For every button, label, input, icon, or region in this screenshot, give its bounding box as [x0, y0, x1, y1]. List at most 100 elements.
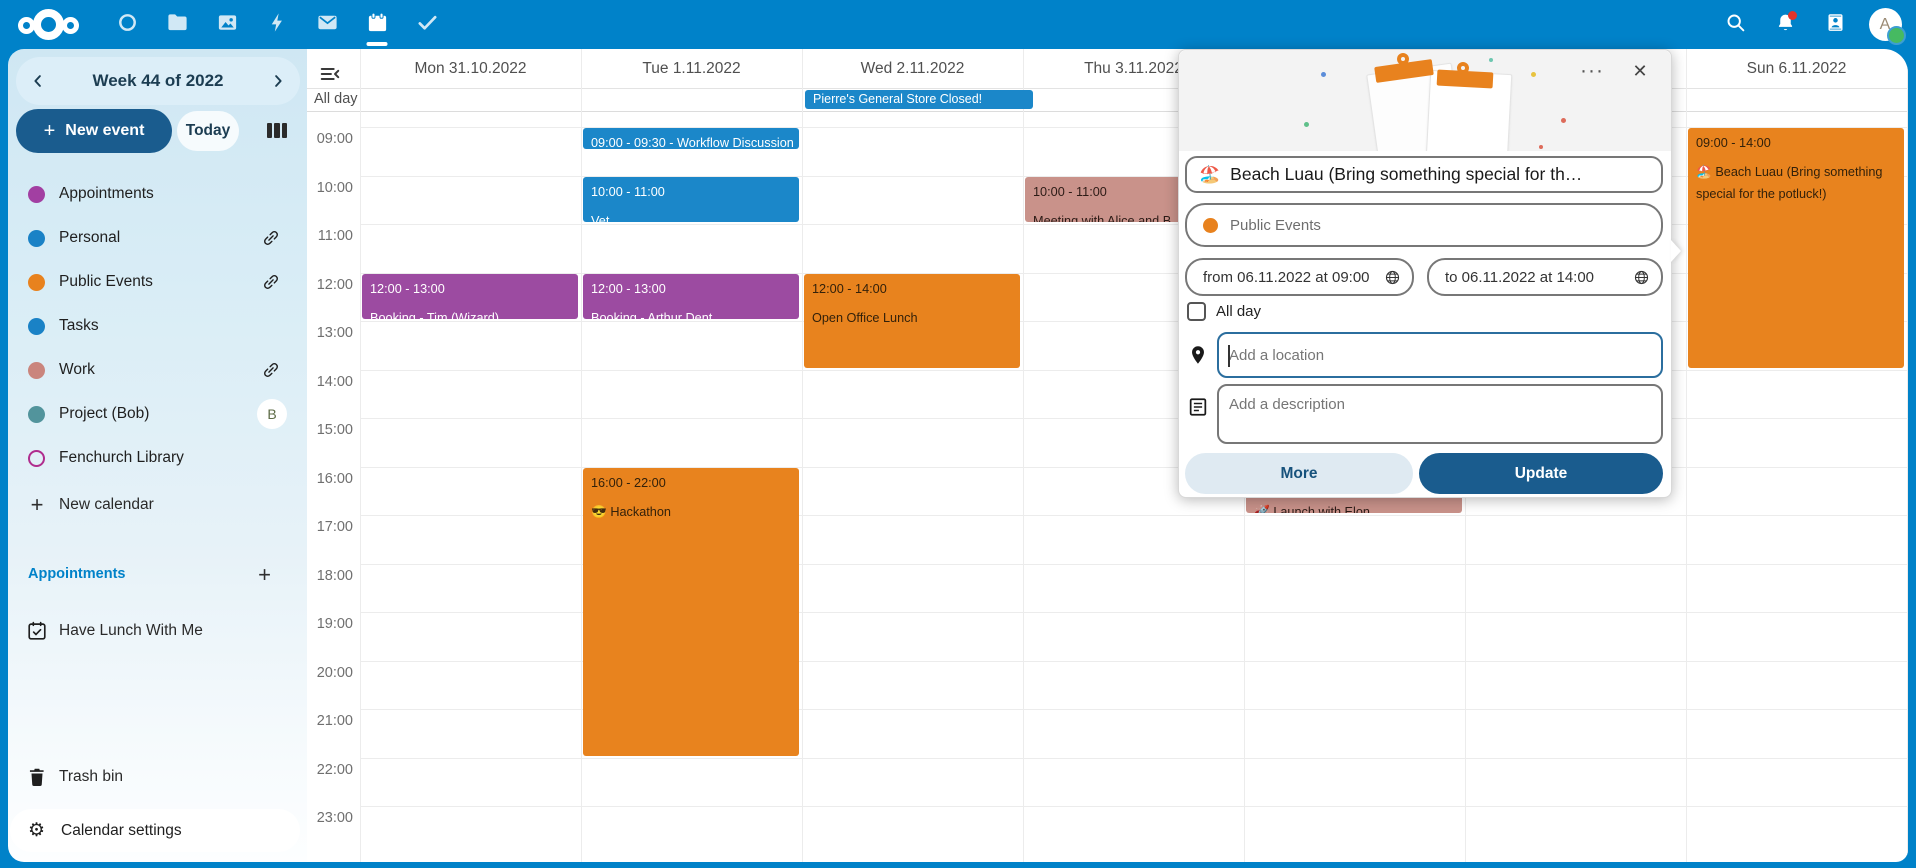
calendar-check-icon	[26, 620, 48, 642]
active-app-indicator	[367, 42, 388, 46]
allday-event[interactable]: Pierre's General Store Closed!	[805, 90, 1033, 109]
event-title: 🏖️ Beach Luau (Bring something special f…	[1696, 161, 1896, 205]
appointment-config-item[interactable]: Have Lunch With Me	[8, 609, 307, 653]
appointments-heading: Appointments	[28, 566, 125, 582]
day-header[interactable]: Tue 1.11.2022	[581, 60, 802, 78]
calendar-name: Appointments	[59, 185, 154, 203]
share-link-icon[interactable]	[261, 272, 281, 292]
calendar-picker[interactable]: Public Events	[1185, 203, 1663, 247]
event-time: 12:00 - 13:00	[591, 282, 791, 297]
app-tasks[interactable]	[402, 0, 452, 49]
calendar-event[interactable]: 16:00 - 22:00😎 Hackathon	[583, 468, 799, 756]
text-caret	[1228, 345, 1230, 367]
share-link-icon[interactable]	[261, 360, 281, 380]
calendar-color-dot	[28, 450, 45, 467]
calendar-color-dot	[28, 362, 45, 379]
location-pin-icon	[1187, 344, 1209, 366]
time-label: 21:00	[307, 713, 353, 729]
hour-line	[360, 370, 1908, 371]
appointment-config-label: Have Lunch With Me	[59, 622, 203, 640]
calendar-event[interactable]: 12:00 - 13:00Booking - Tim (Wizard)	[362, 274, 578, 320]
hour-line	[360, 806, 1908, 807]
column-divider	[1686, 49, 1687, 862]
time-label: 10:00	[307, 180, 353, 196]
contacts-button[interactable]	[1810, 0, 1860, 49]
popup-actions-menu[interactable]: ···	[1575, 56, 1609, 86]
description-input[interactable]	[1219, 386, 1661, 440]
new-calendar-button[interactable]: + New calendar	[8, 483, 307, 527]
location-input[interactable]	[1219, 347, 1661, 364]
day-header[interactable]: Mon 31.10.2022	[360, 60, 581, 78]
add-appointment-config-button[interactable]: +	[258, 562, 271, 588]
time-label: 12:00	[307, 277, 353, 293]
day-header[interactable]: Sun 6.11.2022	[1686, 60, 1907, 78]
beach-umbrella-emoji: 🏖️	[1199, 165, 1220, 185]
next-week-button[interactable]	[256, 57, 300, 105]
timezone-globe-icon[interactable]	[1633, 269, 1650, 286]
sidebar-calendar-appointments[interactable]: Appointments	[8, 172, 307, 216]
week-title[interactable]: Week 44 of 2022	[92, 71, 223, 91]
week-navigation: Week 44 of 2022	[16, 57, 300, 105]
app-activity[interactable]	[252, 0, 302, 49]
calendar-name: Project (Bob)	[59, 405, 149, 423]
app-photos[interactable]	[202, 0, 252, 49]
trash-bin-item[interactable]: Trash bin	[8, 755, 307, 799]
update-button[interactable]: Update	[1419, 453, 1663, 494]
sidebar-calendar-work[interactable]: Work	[8, 348, 307, 392]
event-editor-popup: ··· ✕ 🏖️ Beach Luau (Bring something spe…	[1178, 49, 1672, 498]
start-date-field[interactable]: from 06.11.2022 at 09:00	[1185, 258, 1414, 296]
calendar-event[interactable]: 10:00 - 11:00 Vet	[583, 177, 799, 223]
allday-toggle[interactable]: All day	[1187, 300, 1261, 322]
today-button[interactable]: Today	[177, 111, 239, 151]
calendar-event[interactable]: 12:00 - 13:00 Booking - Arthur Dent	[583, 274, 799, 320]
allday-row-label: All day	[314, 91, 358, 107]
sidebar-calendar-project-bob-[interactable]: Project (Bob)B	[8, 392, 307, 436]
sidebar-calendar-personal[interactable]: Personal	[8, 216, 307, 260]
view-columns-icon[interactable]	[267, 123, 287, 138]
close-icon[interactable]: ✕	[1623, 56, 1657, 86]
calendar-event[interactable]: 12:00 - 14:00Open Office Lunch	[804, 274, 1020, 368]
calendar-event[interactable]: 09:00 - 09:30 - Workflow Discussion	[583, 128, 799, 149]
collapse-timeline-icon[interactable]	[319, 63, 341, 85]
sidebar-calendar-tasks[interactable]: Tasks	[8, 304, 307, 348]
app-calendar[interactable]	[352, 0, 402, 49]
app-files[interactable]	[152, 0, 202, 49]
allday-checkbox[interactable]	[1187, 302, 1206, 321]
hour-line	[360, 224, 1908, 225]
calendar-color-dot	[28, 406, 45, 423]
event-time: 10:00 - 11:00	[591, 185, 791, 200]
search-button[interactable]	[1710, 0, 1760, 49]
day-header[interactable]: Wed 2.11.2022	[802, 60, 1023, 78]
calendar-name: Personal	[59, 229, 120, 247]
calendar-icon	[366, 11, 389, 39]
event-time: 09:00 - 14:00	[1696, 136, 1896, 151]
calendar-settings-button[interactable]: ⚙ Calendar settings	[10, 809, 300, 852]
sidebar-calendar-public-events[interactable]: Public Events	[8, 260, 307, 304]
timezone-globe-icon[interactable]	[1384, 269, 1401, 286]
calendar-color-dot	[1203, 218, 1218, 233]
notifications-button[interactable]	[1760, 0, 1810, 49]
calendar-picker-value: Public Events	[1230, 217, 1321, 234]
app-mail[interactable]	[302, 0, 352, 49]
event-title: 🚀 Launch with Elon	[1254, 501, 1454, 514]
calendar-name: Work	[59, 361, 95, 379]
event-title: Booking - Arthur Dent	[591, 307, 791, 320]
previous-week-button[interactable]	[16, 57, 60, 105]
event-title: Vet	[591, 210, 791, 223]
event-title-field[interactable]: 🏖️ Beach Luau (Bring something special f…	[1185, 156, 1663, 193]
nextcloud-logo[interactable]	[14, 0, 102, 49]
tasks-icon	[416, 11, 439, 39]
user-menu[interactable]: A	[1860, 0, 1910, 49]
new-event-button[interactable]: + New event	[16, 109, 172, 153]
sidebar-calendar-fenchurch-library[interactable]: Fenchurch Library	[8, 436, 307, 480]
column-divider	[581, 49, 582, 862]
time-label: 23:00	[307, 810, 353, 826]
app-dashboard[interactable]	[102, 0, 152, 49]
event-title: 😎 Hackathon	[591, 501, 791, 523]
share-link-icon[interactable]	[261, 228, 281, 248]
more-button[interactable]: More	[1185, 453, 1413, 494]
calendar-event[interactable]: 09:00 - 14:00 🏖️ Beach Luau (Bring someth…	[1688, 128, 1904, 368]
location-field	[1217, 332, 1663, 378]
end-date-field[interactable]: to 06.11.2022 at 14:00	[1427, 258, 1663, 296]
mail-icon	[316, 11, 339, 39]
